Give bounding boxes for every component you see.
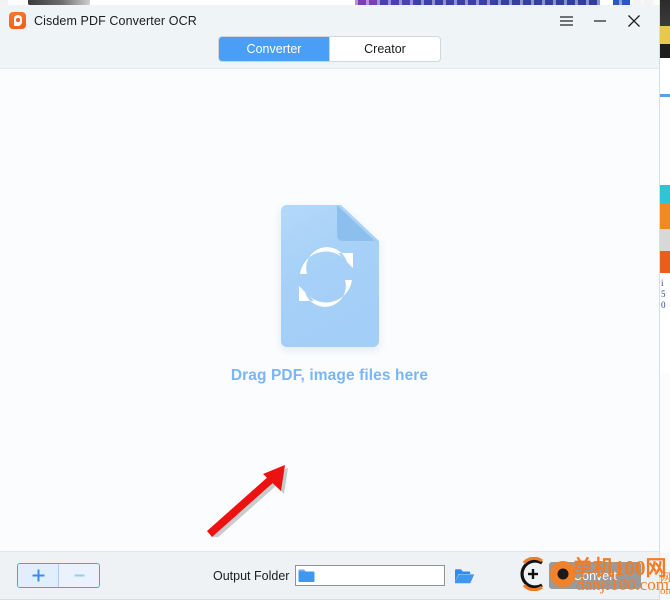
background-segment	[660, 58, 670, 94]
tab-bar: Converter Creator	[0, 36, 659, 68]
window-title: Cisdem PDF Converter OCR	[34, 13, 197, 28]
output-folder-input[interactable]	[295, 565, 446, 586]
background-watermark-edge: 网 om	[660, 572, 670, 597]
close-icon[interactable]	[619, 5, 649, 36]
tab-converter[interactable]: Converter	[219, 37, 329, 61]
hamburger-menu-icon[interactable]	[551, 5, 581, 36]
background-segment	[660, 26, 670, 44]
background-segment	[660, 44, 670, 58]
open-folder-icon	[455, 569, 475, 584]
output-folder-label: Output Folder	[213, 568, 290, 583]
pdf-convert-document-icon	[277, 205, 383, 347]
tab-creator[interactable]: Creator	[329, 37, 440, 61]
background-segment	[660, 373, 670, 553]
convert-button[interactable]: Convert	[549, 562, 641, 589]
title-bar: Cisdem PDF Converter OCR	[0, 5, 659, 36]
window-controls	[551, 5, 659, 36]
red-arrow-annotation-dropzone	[207, 465, 288, 537]
background-segment	[660, 0, 670, 26]
add-file-button[interactable]	[18, 564, 58, 587]
cisdem-logo-icon	[9, 12, 26, 29]
background-webpage-edge: i50 网 om	[659, 0, 670, 600]
file-drop-area[interactable]: Drag PDF, image files here	[0, 68, 659, 551]
background-segment	[660, 185, 670, 203]
browse-output-folder-button[interactable]	[454, 566, 475, 585]
output-folder-group: Output Folder	[213, 565, 475, 586]
remove-file-button[interactable]	[58, 564, 99, 587]
background-segment	[660, 97, 670, 185]
folder-icon	[298, 569, 315, 582]
drop-zone[interactable]: Drag PDF, image files here	[231, 205, 428, 385]
background-segment	[660, 229, 670, 251]
add-remove-group	[17, 563, 100, 588]
background-segment	[660, 251, 670, 273]
application-window: Cisdem PDF Converter OCR Converter Creat…	[0, 5, 660, 600]
segmented-control: Converter Creator	[218, 36, 441, 62]
background-segment	[660, 203, 670, 229]
minimize-icon[interactable]	[585, 5, 615, 36]
drop-instruction-text: Drag PDF, image files here	[230, 367, 429, 384]
bottom-toolbar: Output Folder Convert	[0, 551, 659, 599]
